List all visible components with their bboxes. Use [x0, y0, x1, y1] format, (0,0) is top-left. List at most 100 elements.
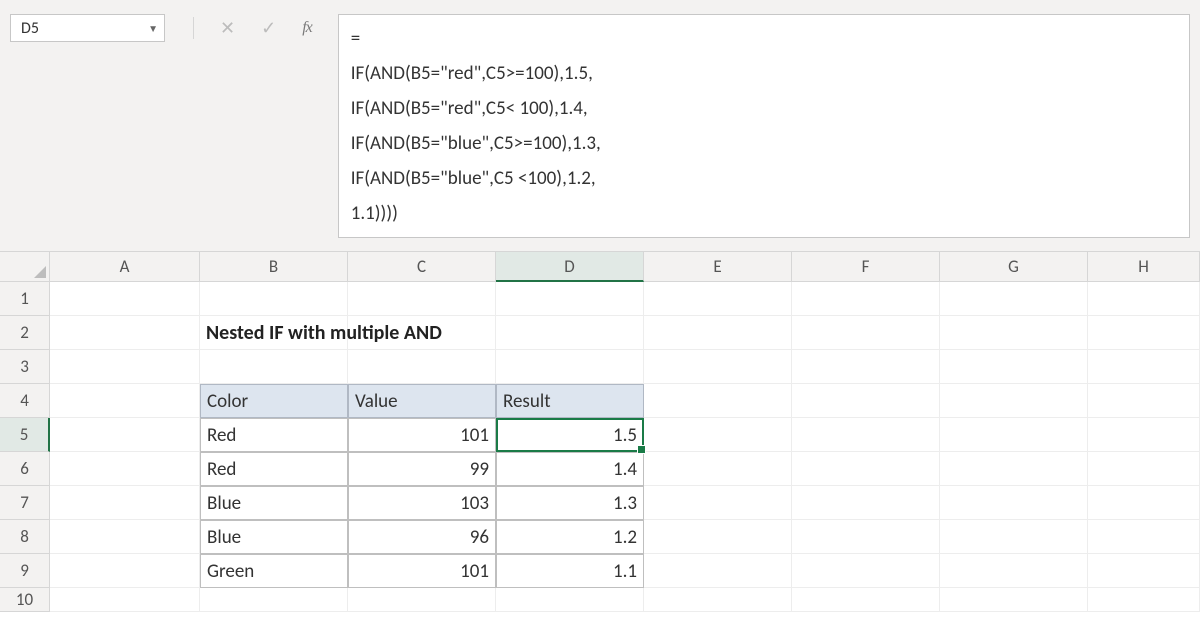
cell-D7[interactable]: 1.3	[496, 486, 644, 520]
row-header-2[interactable]: 2	[0, 316, 50, 350]
cell-A7[interactable]	[50, 486, 200, 520]
cell-A4[interactable]	[50, 384, 200, 418]
cell-B4[interactable]: Color	[200, 384, 348, 418]
cell-E7[interactable]	[644, 486, 792, 520]
cell-D1[interactable]	[496, 282, 644, 316]
cell-C9[interactable]: 101	[348, 554, 496, 588]
cell-E1[interactable]	[644, 282, 792, 316]
cell-F10[interactable]	[792, 588, 940, 612]
cell-C3[interactable]	[348, 350, 496, 384]
cell-E3[interactable]	[644, 350, 792, 384]
cell-E6[interactable]	[644, 452, 792, 486]
cell-H2[interactable]	[1088, 316, 1200, 350]
cell-C5[interactable]: 101	[348, 418, 496, 452]
row-header-7[interactable]: 7	[0, 486, 50, 520]
cell-D5[interactable]: 1.5	[496, 418, 644, 452]
formula-bar[interactable]: = IF(AND(B5="red",C5>=100),1.5, IF(AND(B…	[338, 14, 1190, 238]
cell-C10[interactable]	[348, 588, 496, 612]
cell-A6[interactable]	[50, 452, 200, 486]
cell-B8[interactable]: Blue	[200, 520, 348, 554]
cell-H6[interactable]	[1088, 452, 1200, 486]
cell-C2[interactable]	[348, 316, 496, 350]
cell-G4[interactable]	[940, 384, 1088, 418]
cell-G1[interactable]	[940, 282, 1088, 316]
row-header-4[interactable]: 4	[0, 384, 50, 418]
cell-F7[interactable]	[792, 486, 940, 520]
row-header-1[interactable]: 1	[0, 282, 50, 316]
col-header-H[interactable]: H	[1088, 252, 1200, 282]
cell-G6[interactable]	[940, 452, 1088, 486]
row-header-8[interactable]: 8	[0, 520, 50, 554]
cell-A8[interactable]	[50, 520, 200, 554]
cell-F2[interactable]	[792, 316, 940, 350]
cell-H7[interactable]	[1088, 486, 1200, 520]
cell-C6[interactable]: 99	[348, 452, 496, 486]
row-header-5[interactable]: 5	[0, 418, 50, 452]
cell-F6[interactable]	[792, 452, 940, 486]
cell-H1[interactable]	[1088, 282, 1200, 316]
caret-down-icon[interactable]: ▼	[148, 22, 158, 35]
cell-D10[interactable]	[496, 588, 644, 612]
cell-D2[interactable]	[496, 316, 644, 350]
cell-G5[interactable]	[940, 418, 1088, 452]
cell-E2[interactable]	[644, 316, 792, 350]
cell-D9[interactable]: 1.1	[496, 554, 644, 588]
cell-G2[interactable]	[940, 316, 1088, 350]
cell-B2[interactable]: Nested IF with multiple AND	[200, 316, 348, 350]
cell-G8[interactable]	[940, 520, 1088, 554]
cell-A2[interactable]	[50, 316, 200, 350]
col-header-D[interactable]: D	[496, 252, 644, 282]
cell-F8[interactable]	[792, 520, 940, 554]
cancel-icon[interactable]: ✕	[220, 17, 235, 39]
cell-A1[interactable]	[50, 282, 200, 316]
cell-D4[interactable]: Result	[496, 384, 644, 418]
row-header-3[interactable]: 3	[0, 350, 50, 384]
cell-D6[interactable]: 1.4	[496, 452, 644, 486]
cell-B1[interactable]	[200, 282, 348, 316]
cell-A9[interactable]	[50, 554, 200, 588]
row-header-9[interactable]: 9	[0, 554, 50, 588]
cell-H3[interactable]	[1088, 350, 1200, 384]
cell-E10[interactable]	[644, 588, 792, 612]
cell-E4[interactable]	[644, 384, 792, 418]
col-header-G[interactable]: G	[940, 252, 1088, 282]
cell-H9[interactable]	[1088, 554, 1200, 588]
cell-H10[interactable]	[1088, 588, 1200, 612]
cell-E8[interactable]	[644, 520, 792, 554]
cell-B6[interactable]: Red	[200, 452, 348, 486]
cell-H4[interactable]	[1088, 384, 1200, 418]
cell-A10[interactable]	[50, 588, 200, 612]
row-header-6[interactable]: 6	[0, 452, 50, 486]
cell-B5[interactable]: Red	[200, 418, 348, 452]
row-header-10[interactable]: 10	[0, 588, 50, 612]
enter-icon[interactable]: ✓	[261, 17, 276, 39]
cell-B3[interactable]	[200, 350, 348, 384]
col-header-B[interactable]: B	[200, 252, 348, 282]
cell-C1[interactable]	[348, 282, 496, 316]
cell-F4[interactable]	[792, 384, 940, 418]
cell-B9[interactable]: Green	[200, 554, 348, 588]
cell-H5[interactable]	[1088, 418, 1200, 452]
cell-G10[interactable]	[940, 588, 1088, 612]
cell-B7[interactable]: Blue	[200, 486, 348, 520]
cell-E9[interactable]	[644, 554, 792, 588]
cell-F1[interactable]	[792, 282, 940, 316]
cell-C4[interactable]: Value	[348, 384, 496, 418]
col-header-E[interactable]: E	[644, 252, 792, 282]
name-box[interactable]: D5 ▼	[10, 14, 165, 42]
cell-A3[interactable]	[50, 350, 200, 384]
cell-F9[interactable]	[792, 554, 940, 588]
cell-E5[interactable]	[644, 418, 792, 452]
cell-F5[interactable]	[792, 418, 940, 452]
grid[interactable]: Nested IF with multiple AND Color Value …	[50, 282, 1200, 612]
cell-D3[interactable]	[496, 350, 644, 384]
cell-G9[interactable]	[940, 554, 1088, 588]
cell-H8[interactable]	[1088, 520, 1200, 554]
cell-D8[interactable]: 1.2	[496, 520, 644, 554]
cell-G7[interactable]	[940, 486, 1088, 520]
cell-A5[interactable]	[50, 418, 200, 452]
col-header-A[interactable]: A	[50, 252, 200, 282]
col-header-C[interactable]: C	[348, 252, 496, 282]
cell-B10[interactable]	[200, 588, 348, 612]
cell-G3[interactable]	[940, 350, 1088, 384]
